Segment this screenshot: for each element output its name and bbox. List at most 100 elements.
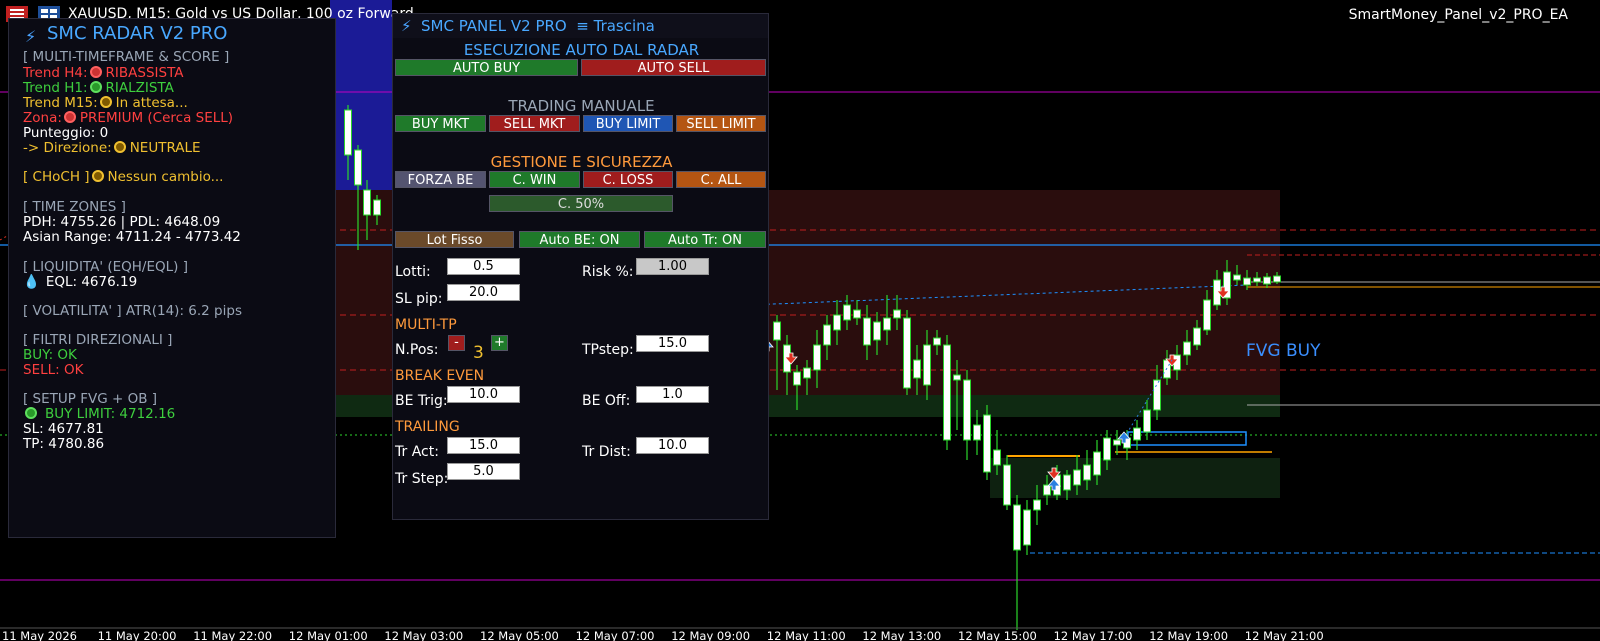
time-tick-label: 12 May 17:00 xyxy=(1054,629,1133,641)
candle-body xyxy=(1243,277,1251,286)
buy-limit-button[interactable]: BUY LIMIT xyxy=(583,115,673,132)
npos-decrease-button[interactable]: - xyxy=(448,335,465,351)
tpstep-input[interactable] xyxy=(636,335,709,352)
time-tick-label: 12 May 05:00 xyxy=(480,629,559,641)
candle-body xyxy=(1023,509,1031,546)
close-loss-button[interactable]: C. LOSS xyxy=(583,171,673,188)
green-dot-icon xyxy=(25,407,37,419)
radar-header: ⚡ SMC RADAR V2 PRO xyxy=(9,19,335,49)
candle-body xyxy=(803,367,811,379)
zona-value: PREMIUM (Cerca SELL) xyxy=(79,110,234,126)
time-tick-label: 12 May 01:00 xyxy=(289,629,368,641)
panel-title-text: SMC PANEL V2 PRO xyxy=(421,17,567,35)
panel-title: SMC PANEL V2 PRO ≡ Trascina xyxy=(421,17,655,35)
droplet-icon: 💧 xyxy=(23,274,40,290)
candle-body xyxy=(363,189,371,216)
sl-pip-label: SL pip: xyxy=(395,291,443,307)
yellow-dot-icon xyxy=(113,141,126,153)
trend-h4-value: RIBASSISTA xyxy=(105,65,184,81)
candle-body xyxy=(1203,299,1211,331)
trend-h4-row: Trend H4: RIBASSISTA xyxy=(23,65,184,81)
time-tick-label: 12 May 21:00 xyxy=(1245,629,1324,641)
candle-body xyxy=(943,344,951,441)
force-be-button[interactable]: FORZA BE xyxy=(395,171,486,188)
time-tick-label: 12 May 11:00 xyxy=(767,629,846,641)
tr-dist-input[interactable] xyxy=(636,437,709,454)
score-row: Punteggio: 0 xyxy=(23,125,109,141)
be-off-input[interactable] xyxy=(636,386,709,403)
time-tick-label: 11 May 22:00 xyxy=(193,629,272,641)
candle-body xyxy=(973,424,981,441)
auto-trailing-toggle[interactable]: Auto Tr: ON xyxy=(644,231,766,248)
candle-body xyxy=(933,337,941,346)
trend-m15-value: In attesa... xyxy=(115,95,188,111)
be-off-label: BE Off: xyxy=(582,393,631,409)
candle-body xyxy=(893,309,901,319)
yellow-dot-icon xyxy=(99,96,112,108)
candle-body xyxy=(354,149,362,186)
red-dot-icon xyxy=(89,66,102,78)
lightning-icon: ⚡ xyxy=(401,17,412,35)
panel-header[interactable]: ⚡ SMC PANEL V2 PRO ≡ Trascina xyxy=(393,14,768,38)
close-50-button[interactable]: C. 50% xyxy=(489,195,673,212)
section-management: GESTIONE E SICUREZZA xyxy=(490,153,673,171)
green-dot-icon xyxy=(89,81,102,93)
candle-body xyxy=(1183,341,1191,356)
pdh-pdl-row: PDH: 4755.26 | PDL: 4648.09 xyxy=(23,214,221,230)
risk-label: Risk %: xyxy=(582,264,634,280)
drag-handle[interactable]: ≡ Trascina xyxy=(576,17,655,35)
section-liquidity: [ LIQUIDITA' (EQH/EQL) ] xyxy=(23,259,188,275)
tr-act-label: Tr Act: xyxy=(395,444,439,460)
setup-row: BUY LIMIT: 4712.16 xyxy=(23,406,175,422)
candle-body xyxy=(983,414,991,473)
candle-body xyxy=(1043,484,1051,496)
auto-sell-button[interactable]: AUTO SELL xyxy=(581,59,766,76)
sell-market-button[interactable]: SELL MKT xyxy=(489,115,580,132)
section-multi-tp: MULTI-TP xyxy=(395,317,457,333)
close-win-button[interactable]: C. WIN xyxy=(489,171,580,188)
npos-label: N.Pos: xyxy=(395,342,439,358)
section-auto: ESECUZIONE AUTO DAL RADAR xyxy=(463,41,700,59)
trend-h4-label: Trend H4: xyxy=(23,65,88,81)
tr-act-input[interactable] xyxy=(447,437,520,454)
auto-buy-button[interactable]: AUTO BUY xyxy=(395,59,578,76)
candle-body xyxy=(1193,327,1201,346)
ea-name-label: SmartMoney_Panel_v2_PRO_EA xyxy=(1348,7,1568,23)
candle-body xyxy=(773,321,781,341)
close-all-button[interactable]: C. ALL xyxy=(676,171,766,188)
red-dot-icon xyxy=(63,111,76,123)
yellow-dot-icon xyxy=(91,170,104,182)
section-mtf: [ MULTI-TIMEFRAME & SCORE ] xyxy=(23,49,230,65)
candle-body xyxy=(1003,464,1011,506)
tr-step-input[interactable] xyxy=(447,463,520,480)
section-filters: [ FILTRI DIREZIONALI ] xyxy=(23,332,173,348)
candle-body xyxy=(1273,275,1281,283)
smc-radar-panel: ⚡ SMC RADAR V2 PRO [ MULTI-TIMEFRAME & S… xyxy=(8,18,336,538)
choch-label: [ CHoCH ] xyxy=(23,169,90,185)
section-time-zones: [ TIME ZONES ] xyxy=(23,199,126,215)
auto-be-toggle[interactable]: Auto BE: ON xyxy=(519,231,640,248)
lotti-input[interactable] xyxy=(447,258,520,275)
sl-pip-input[interactable] xyxy=(447,284,520,301)
candle-body xyxy=(903,317,911,389)
eql-row: 💧 EQL: 4676.19 xyxy=(23,274,137,290)
candle-body xyxy=(1013,504,1021,551)
candle-body xyxy=(963,379,971,441)
buy-market-button[interactable]: BUY MKT xyxy=(395,115,486,132)
tpstep-label: TPstep: xyxy=(582,342,634,358)
candle-body xyxy=(373,199,381,216)
npos-increase-button[interactable]: + xyxy=(491,335,508,351)
lot-fisso-button[interactable]: Lot Fisso xyxy=(395,231,514,248)
risk-input[interactable] xyxy=(636,258,709,275)
candle-body xyxy=(1033,499,1041,511)
candle-body xyxy=(1253,277,1261,283)
sell-limit-button[interactable]: SELL LIMIT xyxy=(676,115,766,132)
candle-body xyxy=(923,344,931,386)
candle-body xyxy=(1073,469,1081,486)
candle-body xyxy=(853,309,861,319)
section-setup: [ SETUP FVG + OB ] xyxy=(23,391,158,407)
candle-body xyxy=(913,359,921,379)
setup-tp: TP: 4780.86 xyxy=(23,436,105,452)
be-trig-input[interactable] xyxy=(447,386,520,403)
tr-dist-label: Tr Dist: xyxy=(582,444,631,460)
